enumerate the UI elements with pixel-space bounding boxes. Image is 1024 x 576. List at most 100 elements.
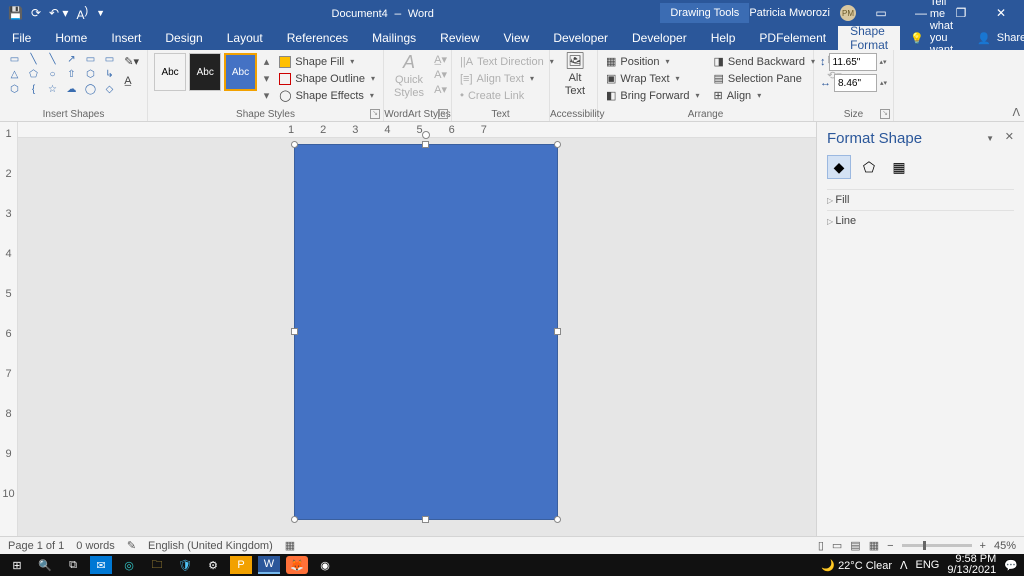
macro-icon[interactable]: ▦ xyxy=(285,539,295,552)
tab-home[interactable]: Home xyxy=(43,26,99,50)
share-button[interactable]: 👤Share xyxy=(963,26,1024,50)
read-mode-icon[interactable]: ▭ xyxy=(832,539,842,552)
security-icon[interactable]: 🛡 xyxy=(174,556,196,574)
pane-close-icon[interactable]: ✕ xyxy=(1005,130,1014,143)
autorefresh-icon[interactable]: ⟳ xyxy=(31,6,41,20)
firefox-icon[interactable]: 🦊 xyxy=(286,556,308,574)
resize-handle-ne[interactable] xyxy=(554,141,561,148)
search-icon[interactable]: 🔍 xyxy=(34,556,56,574)
input-language[interactable]: ENG xyxy=(916,559,940,571)
zoom-in-icon[interactable]: + xyxy=(980,540,986,552)
close-icon[interactable]: ✕ xyxy=(986,6,1016,20)
focus-mode-icon[interactable]: ▯ xyxy=(818,539,824,552)
ribbon-options-icon[interactable]: ▭ xyxy=(866,6,896,20)
settings-icon[interactable]: ⚙ xyxy=(202,556,224,574)
tell-me[interactable]: 💡Tell me what you want to do xyxy=(900,26,963,50)
size-dialog-launcher[interactable]: ↘ xyxy=(880,109,890,119)
text-box-button[interactable]: A̲ xyxy=(122,72,141,89)
font-icon[interactable]: A) xyxy=(76,5,88,22)
shapes-gallery[interactable]: ▭╲╲↗▭▭ △⬠○⇧⬡↳ ⬡{☆☁◯◇ xyxy=(6,53,141,97)
selection-pane-button[interactable]: ▤Selection Pane xyxy=(712,70,817,87)
fill-line-tab-icon[interactable]: ◆ xyxy=(827,155,851,179)
zoom-out-icon[interactable]: − xyxy=(887,540,893,552)
height-input[interactable]: 11.65" xyxy=(829,53,877,71)
fill-icon xyxy=(279,56,291,68)
word-icon[interactable]: W xyxy=(258,556,280,574)
effects-tab-icon[interactable]: ⬠ xyxy=(857,155,881,179)
language[interactable]: English (United Kingdom) xyxy=(148,540,273,552)
tab-developer-2[interactable]: Developer xyxy=(620,26,699,50)
selected-rectangle-shape[interactable] xyxy=(294,144,558,520)
width-input[interactable]: 8.46" xyxy=(834,74,877,92)
resize-handle-se[interactable] xyxy=(554,516,561,523)
resize-handle-w[interactable] xyxy=(291,328,298,335)
tab-help[interactable]: Help xyxy=(699,26,748,50)
style-gallery-more[interactable]: ▴▾▾ xyxy=(260,53,274,104)
notifications-icon[interactable]: 💬 xyxy=(1004,559,1018,572)
group-accessibility: 🖼 AltText Accessibility xyxy=(550,50,598,121)
pane-menu-icon[interactable]: ▼ xyxy=(986,134,994,143)
tab-pdfelement[interactable]: PDFelement xyxy=(747,26,838,50)
page-count[interactable]: Page 1 of 1 xyxy=(8,540,64,552)
position-button[interactable]: ▦Position▾ xyxy=(604,53,702,70)
edit-shape-button[interactable]: ✎▾ xyxy=(122,53,141,70)
clock[interactable]: 9:58 PM9/13/2021 xyxy=(947,554,996,576)
wrap-text-button[interactable]: ▣Wrap Text▾ xyxy=(604,70,702,87)
send-backward-button[interactable]: ◨Send Backward▾ xyxy=(712,53,817,70)
start-button[interactable]: ⊞ xyxy=(6,556,28,574)
style-preset-1[interactable]: Abc xyxy=(154,53,186,91)
web-layout-icon[interactable]: ▦ xyxy=(869,539,879,552)
tab-developer[interactable]: Developer xyxy=(541,26,620,50)
qat-more-icon[interactable]: ▼ xyxy=(96,8,105,18)
powerpoint-icon[interactable]: P xyxy=(230,556,252,574)
tray-chevron-icon[interactable]: ᐱ xyxy=(900,559,908,572)
explorer-icon[interactable]: 🗀 xyxy=(146,556,168,574)
group-label: Text xyxy=(452,109,549,120)
weather[interactable]: 🌙 22°C Clear xyxy=(821,559,892,572)
edge-icon[interactable]: ◎ xyxy=(118,556,140,574)
tab-insert[interactable]: Insert xyxy=(99,26,153,50)
tab-references[interactable]: References xyxy=(275,26,360,50)
resize-handle-n[interactable] xyxy=(422,141,429,148)
rotation-handle[interactable] xyxy=(422,131,430,139)
pane-category-tabs: ◆ ⬠ ▦ xyxy=(827,155,1014,179)
tab-file[interactable]: File xyxy=(0,26,43,50)
align-button[interactable]: ⊞Align▾ xyxy=(712,87,817,104)
resize-handle-sw[interactable] xyxy=(291,516,298,523)
chrome-icon[interactable]: ◉ xyxy=(314,556,336,574)
layout-tab-icon[interactable]: ▦ xyxy=(887,155,911,179)
shape-effects-button[interactable]: ◯Shape Effects▾ xyxy=(277,87,377,104)
tab-layout[interactable]: Layout xyxy=(215,26,275,50)
bring-forward-button[interactable]: ◧Bring Forward▾ xyxy=(604,87,702,104)
document-area[interactable]: 1234567 xyxy=(18,122,816,536)
resize-handle-nw[interactable] xyxy=(291,141,298,148)
mail-icon[interactable]: ✉ xyxy=(90,556,112,574)
tab-view[interactable]: View xyxy=(492,26,542,50)
style-preset-2[interactable]: Abc xyxy=(189,53,221,91)
resize-handle-s[interactable] xyxy=(422,516,429,523)
zoom-slider[interactable] xyxy=(902,544,972,547)
save-icon[interactable]: 💾 xyxy=(8,6,23,20)
proofing-icon[interactable]: ✎ xyxy=(127,539,136,552)
resize-handle-e[interactable] xyxy=(554,328,561,335)
shape-fill-button[interactable]: Shape Fill▾ xyxy=(277,53,377,70)
word-count[interactable]: 0 words xyxy=(76,540,115,552)
tab-design[interactable]: Design xyxy=(153,26,214,50)
shape-styles-dialog-launcher[interactable]: ↘ xyxy=(370,109,380,119)
alt-text-button[interactable]: 🖼 AltText xyxy=(556,53,594,97)
wordart-dialog-launcher[interactable]: ↘ xyxy=(438,109,448,119)
task-view-icon[interactable]: ⧉ xyxy=(62,556,84,574)
tab-review[interactable]: Review xyxy=(428,26,491,50)
line-section[interactable]: Line xyxy=(827,210,1014,231)
zoom-level[interactable]: 45% xyxy=(994,540,1016,552)
tab-shape-format[interactable]: Shape Format xyxy=(838,26,900,50)
avatar[interactable]: PM xyxy=(840,5,856,21)
collapse-ribbon-icon[interactable]: ᐱ xyxy=(1012,106,1020,119)
undo-icon[interactable]: ↶ ▾ xyxy=(49,6,68,20)
tab-mailings[interactable]: Mailings xyxy=(360,26,428,50)
shape-outline-button[interactable]: Shape Outline▾ xyxy=(277,70,377,87)
group-label: Accessibility xyxy=(550,109,597,120)
print-layout-icon[interactable]: ▤ xyxy=(850,539,860,552)
style-preset-3[interactable]: Abc xyxy=(224,53,256,91)
fill-section[interactable]: Fill xyxy=(827,189,1014,210)
